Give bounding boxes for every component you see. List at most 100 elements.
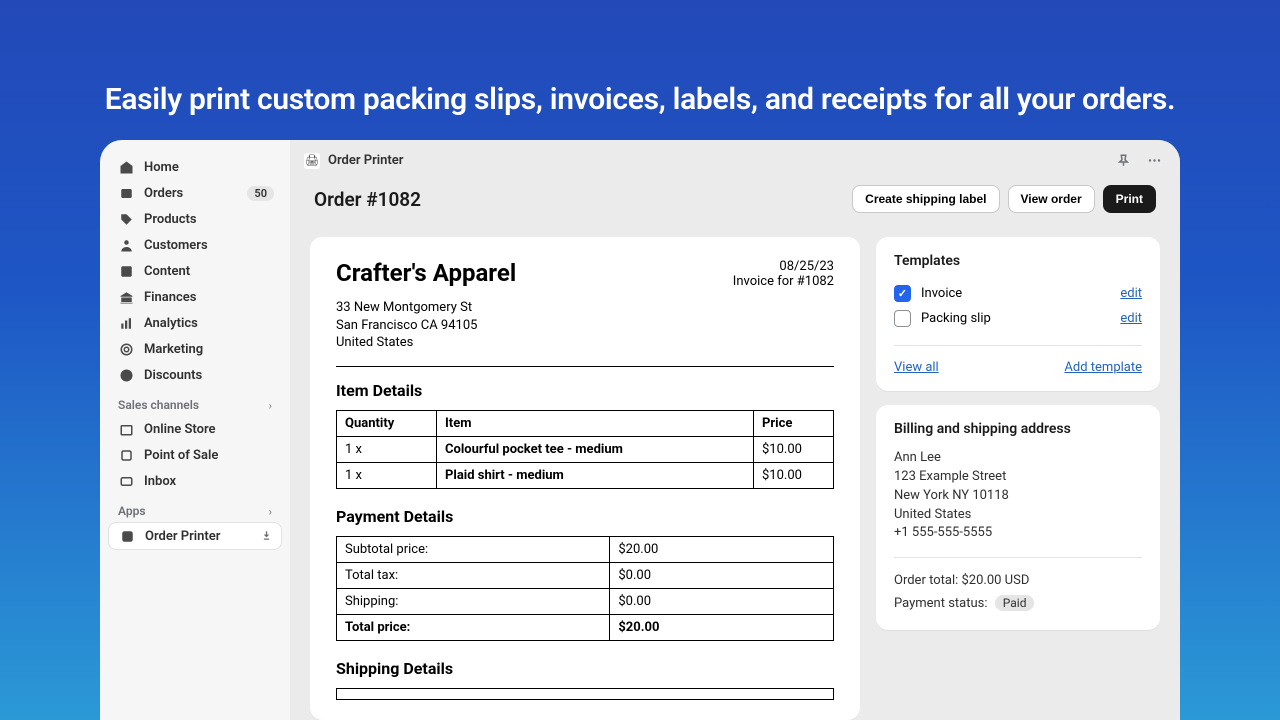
col-quantity: Quantity xyxy=(337,410,437,436)
sidebar-item-analytics[interactable]: Analytics xyxy=(108,310,282,336)
sidebar-item-label: Finances xyxy=(144,290,197,305)
sidebar-item-label: Analytics xyxy=(144,316,198,331)
item-details-heading: Item Details xyxy=(336,381,834,400)
sidebar-item-label: Products xyxy=(144,212,197,227)
table-row: 1 x Colourful pocket tee - medium $10.00 xyxy=(337,436,834,462)
table-row: Shipping:$0.00 xyxy=(337,588,834,614)
titlebar: 🖨 Order Printer xyxy=(290,140,1180,181)
view-all-templates-link[interactable]: View all xyxy=(894,360,939,375)
table-row: 1 x Plaid shirt - medium $10.00 xyxy=(337,462,834,488)
divider xyxy=(894,345,1142,346)
sidebar-item-finances[interactable]: Finances xyxy=(108,284,282,310)
page-header: Order #1082 Create shipping label View o… xyxy=(290,181,1180,221)
sidebar-item-order-printer[interactable]: Order Printer xyxy=(108,522,282,550)
template-row-invoice: Invoice edit xyxy=(894,281,1142,306)
table-row: Subtotal price:$20.00 xyxy=(337,536,834,562)
add-template-link[interactable]: Add template xyxy=(1064,360,1142,375)
sidebar-item-label: Point of Sale xyxy=(144,448,218,463)
sidebar: Home Orders 50 Products Customers Conten… xyxy=(100,140,290,720)
sidebar-section-sales-channels[interactable]: Sales channels › xyxy=(108,388,282,416)
sidebar-item-label: Inbox xyxy=(144,474,176,489)
billing-card: Billing and shipping address Ann Lee 123… xyxy=(876,405,1160,630)
sidebar-section-apps[interactable]: Apps › xyxy=(108,494,282,522)
divider xyxy=(336,366,834,367)
divider xyxy=(894,557,1142,558)
discount-icon xyxy=(118,367,134,383)
templates-card: Templates Invoice edit Packing slip edit… xyxy=(876,237,1160,391)
sidebar-item-marketing[interactable]: Marketing xyxy=(108,336,282,362)
pos-icon xyxy=(118,447,134,463)
home-icon xyxy=(118,159,134,175)
sidebar-item-home[interactable]: Home xyxy=(108,154,282,180)
table-row xyxy=(337,688,834,699)
content-icon xyxy=(118,263,134,279)
checkbox-invoice[interactable] xyxy=(894,285,911,302)
tag-icon xyxy=(118,211,134,227)
sidebar-item-label: Marketing xyxy=(144,342,203,357)
sidebar-item-label: Online Store xyxy=(144,422,216,437)
template-name: Invoice xyxy=(921,286,962,301)
pin-button[interactable] xyxy=(1112,149,1135,172)
col-item: Item xyxy=(437,410,754,436)
sidebar-item-discounts[interactable]: Discounts xyxy=(108,362,282,388)
edit-invoice-link[interactable]: edit xyxy=(1120,286,1142,301)
inbox-icon xyxy=(118,473,134,489)
shipping-table xyxy=(336,688,834,700)
sidebar-item-label: Home xyxy=(144,160,179,175)
sidebar-item-point-of-sale[interactable]: Point of Sale xyxy=(108,442,282,468)
sidebar-item-content[interactable]: Content xyxy=(108,258,282,284)
invoice-preview: Crafter's Apparel 08/25/23 Invoice for #… xyxy=(310,237,860,720)
template-name: Packing slip xyxy=(921,311,991,326)
invoice-subtitle: Invoice for #1082 xyxy=(733,274,834,289)
content: Crafter's Apparel 08/25/23 Invoice for #… xyxy=(290,221,1180,720)
orders-badge: 50 xyxy=(247,186,274,201)
template-row-packing-slip: Packing slip edit xyxy=(894,306,1142,331)
print-button[interactable]: Print xyxy=(1103,185,1156,213)
checkbox-packing-slip[interactable] xyxy=(894,310,911,327)
items-table: Quantity Item Price 1 x Colourful pocket… xyxy=(336,410,834,489)
billing-address: Ann Lee 123 Example Street New York NY 1… xyxy=(894,449,1142,543)
store-icon xyxy=(118,421,134,437)
app-name: Order Printer xyxy=(328,153,403,168)
col-price: Price xyxy=(754,410,834,436)
sidebar-item-label: Content xyxy=(144,264,190,279)
sidebar-item-customers[interactable]: Customers xyxy=(108,232,282,258)
company-address: 33 New Montgomery St San Francisco CA 94… xyxy=(336,299,834,352)
person-icon xyxy=(118,237,134,253)
sidebar-item-products[interactable]: Products xyxy=(108,206,282,232)
templates-heading: Templates xyxy=(894,253,1142,269)
invoice-date: 08/25/23 xyxy=(733,259,834,274)
order-total: Order total: $20.00 USD xyxy=(894,572,1142,591)
sidebar-item-label: Order Printer xyxy=(145,529,220,544)
view-order-button[interactable]: View order xyxy=(1008,185,1095,213)
status-badge: Paid xyxy=(995,595,1035,611)
payment-details-heading: Payment Details xyxy=(336,507,834,526)
sidebar-item-online-store[interactable]: Online Store xyxy=(108,416,282,442)
marketing-headline: Easily print custom packing slips, invoi… xyxy=(0,0,1280,117)
payment-table: Subtotal price:$20.00 Total tax:$0.00 Sh… xyxy=(336,536,834,641)
bank-icon xyxy=(118,289,134,305)
chevron-right-icon: › xyxy=(269,505,272,518)
table-row: Total tax:$0.00 xyxy=(337,562,834,588)
orders-icon xyxy=(118,185,134,201)
chevron-right-icon: › xyxy=(269,399,272,412)
pin-icon[interactable] xyxy=(260,530,273,543)
app-icon: 🖨 xyxy=(304,153,320,169)
payment-status: Payment status: Paid xyxy=(894,595,1142,614)
printer-icon xyxy=(119,528,135,544)
sidebar-item-label: Customers xyxy=(144,238,208,253)
main-area: 🖨 Order Printer Order #1082 Create shipp… xyxy=(290,140,1180,720)
sidebar-item-inbox[interactable]: Inbox xyxy=(108,468,282,494)
app-window: Home Orders 50 Products Customers Conten… xyxy=(100,140,1180,720)
sidebar-item-label: Orders xyxy=(144,186,183,201)
create-shipping-label-button[interactable]: Create shipping label xyxy=(852,185,999,213)
billing-heading: Billing and shipping address xyxy=(894,421,1142,437)
more-button[interactable] xyxy=(1143,149,1166,172)
side-column: Templates Invoice edit Packing slip edit… xyxy=(876,237,1160,720)
analytics-icon xyxy=(118,315,134,331)
company-name: Crafter's Apparel xyxy=(336,259,516,289)
table-row-total: Total price:$20.00 xyxy=(337,614,834,640)
edit-packing-slip-link[interactable]: edit xyxy=(1120,311,1142,326)
sidebar-item-label: Discounts xyxy=(144,368,202,383)
sidebar-item-orders[interactable]: Orders 50 xyxy=(108,180,282,206)
